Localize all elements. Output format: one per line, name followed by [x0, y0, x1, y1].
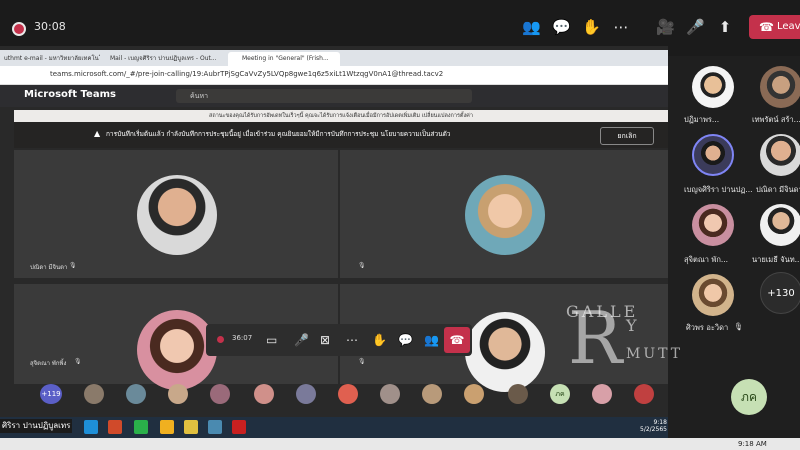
powerpoint-icon[interactable]: [108, 420, 122, 434]
mic-off-icon: 🎙: [358, 262, 366, 269]
initials-avatar: ภค: [550, 384, 570, 404]
hangup-button[interactable]: ☎: [444, 327, 470, 353]
line-icon[interactable]: [134, 420, 148, 434]
avatar: [692, 274, 734, 316]
avatar: [126, 384, 146, 404]
leave-button[interactable]: ☎ Leave: [749, 15, 800, 39]
avatar: [84, 384, 104, 404]
participant-name: ปฏิมาพร...: [684, 115, 720, 124]
avatar: [760, 66, 800, 108]
avatar: [760, 204, 800, 246]
self-avatar: ภค: [731, 379, 767, 415]
app-icon[interactable]: [232, 420, 246, 434]
tile-name: ปณิดา มีจินดา: [30, 264, 68, 271]
participant-name: เบญจศิริรา ปานปฏ...: [684, 185, 753, 194]
mic-off-icon: 🎙: [734, 322, 744, 331]
browser-tab-active[interactable]: Meeting in "General" (Frish...: [228, 52, 340, 66]
warning-icon: ▲: [94, 129, 101, 138]
mic-off-icon: 🎙: [358, 358, 366, 365]
avatar: [137, 175, 217, 255]
mic-off-icon[interactable]: 🎤: [686, 18, 705, 36]
watermark-right: Y: [626, 316, 640, 335]
caption-name: ศิริรา ปานปฏิบูลเทร: [0, 419, 72, 433]
avatar: [592, 384, 612, 404]
avatar: [338, 384, 358, 404]
mic-off-icon: 🎙: [74, 358, 82, 365]
participant-name: เทพรัตน์ สร้า...: [752, 115, 800, 124]
avatar: [296, 384, 316, 404]
app-icon[interactable]: [208, 420, 222, 434]
notice-banner: สถานะของคุณได้รับการอัพเดทในเร็วๆนี้ คุณ…: [14, 110, 668, 122]
avatar: [465, 312, 545, 392]
raise-hand-icon[interactable]: ✋: [582, 18, 601, 36]
participant-name: สุจิตณา พัก...: [684, 255, 729, 264]
camera-off-icon[interactable]: ▭: [266, 333, 277, 347]
avatar: [137, 310, 217, 390]
extra-participants-badge[interactable]: +119: [40, 384, 62, 404]
taskbar-date: 5/2/2565: [640, 426, 667, 433]
tile-name: สุจิตณา พักพิ้ง: [30, 360, 67, 367]
system-clock: 9:18 AM: [738, 440, 767, 448]
dismiss-button[interactable]: ยกเลิก: [600, 127, 654, 145]
avatar: [692, 204, 734, 246]
avatar: [422, 384, 442, 404]
avatar: [464, 384, 484, 404]
watermark-letter: R: [568, 296, 623, 380]
more-icon[interactable]: ⋯: [346, 333, 358, 347]
edge-icon[interactable]: [84, 420, 98, 434]
taskbar-time: 9:18: [653, 419, 667, 426]
avatar: [760, 134, 800, 176]
url-text: teams.microsoft.com/_#/pre-join-calling/…: [50, 70, 444, 78]
chat-icon[interactable]: 💬: [398, 333, 413, 347]
chat-icon[interactable]: 💬: [552, 18, 571, 36]
chrome-icon[interactable]: [160, 420, 174, 434]
avatar: [508, 384, 528, 404]
people-icon[interactable]: 👥: [424, 333, 439, 347]
mic-off-icon: 🎙: [69, 262, 77, 269]
camera-off-icon[interactable]: 🎥: [656, 18, 675, 36]
participant-name: ศิวพร อะวิดา: [686, 323, 729, 332]
meeting-timer: 30:08: [34, 20, 66, 33]
browser-tab[interactable]: uthmt e-mail - มหาวิทยาลัยเทคโนโลยีร...: [4, 52, 100, 66]
participant-name: นายเมธี จันท...: [752, 255, 800, 264]
recording-indicator-icon: [12, 22, 26, 36]
avatar: [210, 384, 230, 404]
people-icon[interactable]: 👥: [522, 18, 541, 36]
avatar: [380, 384, 400, 404]
system-taskbar: [0, 438, 800, 450]
avatar: [634, 384, 654, 404]
avatar-active-speaker: [692, 134, 734, 176]
search-input[interactable]: ค้นหา: [176, 89, 472, 103]
avatar: [168, 384, 188, 404]
folder-icon[interactable]: [184, 420, 198, 434]
windows-taskbar: [0, 417, 668, 438]
more-icon[interactable]: ⋯: [612, 18, 630, 36]
avatar: [692, 66, 734, 108]
recording-banner-text: การบันทึกเริ่มต้นแล้ว กำลังบันทึกการประช…: [106, 130, 451, 138]
share-icon[interactable]: ⊠: [320, 333, 330, 347]
raise-hand-icon[interactable]: ✋: [372, 333, 387, 347]
shared-timer: 36:07: [232, 334, 253, 342]
more-participants-button[interactable]: +130: [760, 272, 800, 314]
phone-icon: ☎: [759, 20, 774, 34]
participant-name: ปณิดา มีจินดา: [756, 185, 800, 194]
avatar: [254, 384, 274, 404]
app-title: Microsoft Teams: [24, 89, 116, 100]
mic-icon[interactable]: 🎤: [294, 333, 309, 347]
share-icon[interactable]: ⬆: [716, 18, 734, 36]
watermark-bottom: MUTT: [626, 346, 684, 362]
taskbar-clock: 9:18 5/2/2565: [640, 419, 667, 433]
recording-indicator-icon: [217, 336, 224, 343]
browser-tab[interactable]: Mail - เบญจศิริรา ปานปฏิบูลเทร - Out...: [110, 52, 220, 66]
avatar: [465, 175, 545, 255]
leave-label: Leave: [777, 21, 800, 32]
